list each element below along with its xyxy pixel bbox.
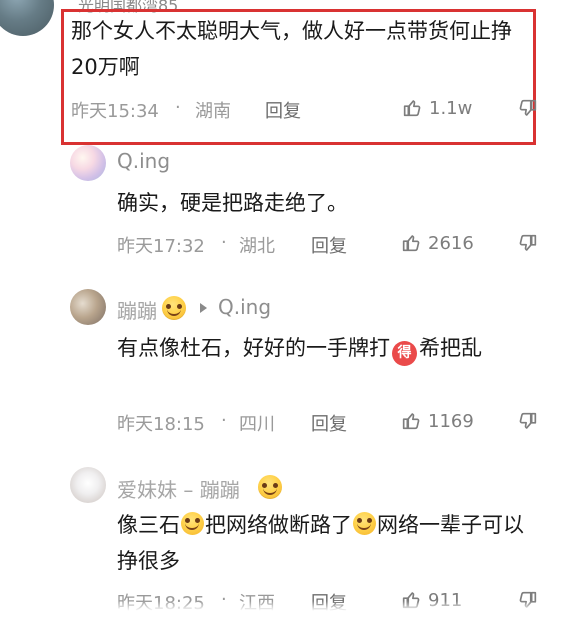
like-button[interactable]: 1.1w	[401, 97, 472, 119]
thumb-up-icon	[402, 592, 420, 609]
laughing-face-icon	[162, 296, 186, 320]
comment-meta: 昨天17:32 · 湖北 回复 2616	[117, 232, 557, 260]
comment-text-part: 把网络做断路了	[205, 513, 352, 537]
reply-arrow-icon	[200, 303, 207, 313]
laughing-face-icon	[353, 512, 376, 535]
comment-avatar[interactable]	[70, 467, 106, 503]
dislike-button[interactable]	[517, 410, 539, 432]
reply-button[interactable]: 回复	[311, 589, 347, 615]
comment-avatar[interactable]	[70, 289, 106, 325]
like-count: 1169	[428, 410, 474, 432]
meta-separator: ·	[221, 589, 227, 610]
reply-button[interactable]: 回复	[311, 410, 347, 436]
comment-time: 昨天18:15	[117, 414, 205, 435]
comment-region: 四川	[239, 414, 275, 435]
comment-text: 像三石 把网络做断路了 网络一辈子可以挣很多	[117, 507, 537, 579]
comment-username[interactable]: 蹦蹦	[117, 295, 157, 324]
thumb-down-icon	[519, 234, 537, 251]
like-button[interactable]: 911	[400, 589, 462, 611]
badge-icon: 得	[392, 341, 417, 366]
thumb-up-icon	[403, 100, 421, 117]
comment-meta: 昨天18:15 · 四川 回复 1169	[117, 410, 557, 438]
top-comment-avatar[interactable]	[0, 0, 54, 36]
meta-separator: ·	[175, 97, 181, 118]
comment-text-part: 希把乱	[419, 336, 482, 360]
like-count: 1.1w	[429, 97, 473, 119]
comment-avatar[interactable]	[70, 145, 106, 181]
comment-time: 昨天17:32	[117, 236, 205, 257]
top-comment-meta: 昨天15:34 · 湖南 回复 1.1w	[71, 97, 541, 125]
dislike-button[interactable]	[517, 97, 539, 119]
comment-username[interactable]: 爱妹妹 – 蹦蹦	[117, 474, 240, 503]
top-comment-text: 那个女人不太聪明大气，做人好一点带货何止挣20万啊	[71, 19, 512, 79]
dislike-button[interactable]	[517, 232, 539, 254]
comment-text-part: 像三石	[117, 513, 180, 537]
like-count: 2616	[428, 232, 474, 254]
meta-separator: ·	[221, 232, 227, 253]
like-count: 911	[428, 589, 463, 611]
comment-region: 湖北	[239, 236, 275, 257]
thumb-down-icon	[519, 412, 537, 429]
dislike-button[interactable]	[517, 589, 539, 611]
meta-separator: ·	[221, 410, 227, 431]
reply-to-username[interactable]: Q.ing	[218, 295, 271, 319]
comment-text: 确实，硬是把路走绝了。	[117, 191, 348, 215]
thumb-down-icon	[519, 99, 537, 116]
reply-button[interactable]: 回复	[265, 97, 301, 123]
thumb-up-icon	[402, 235, 420, 252]
comment-region: 湖南	[195, 101, 231, 122]
comment-username[interactable]: Q.ing	[117, 149, 170, 173]
laughing-face-icon	[181, 512, 204, 535]
laughing-face-icon	[258, 475, 282, 499]
thumb-down-icon	[519, 591, 537, 608]
like-button[interactable]: 1169	[400, 410, 474, 432]
comment-text-part: 有点像杜石，好好的一手牌打	[117, 336, 390, 360]
comment-region: 江西	[239, 593, 275, 614]
comment-time: 昨天15:34	[71, 101, 159, 122]
like-button[interactable]: 2616	[400, 232, 474, 254]
reply-button[interactable]: 回复	[311, 232, 347, 258]
comment-time: 昨天18:25	[117, 593, 205, 614]
comment-meta: 昨天18:25 · 江西 回复 911	[117, 589, 557, 617]
thumb-up-icon	[402, 413, 420, 430]
comment-text: 有点像杜石，好好的一手牌打得希把乱	[117, 330, 537, 366]
